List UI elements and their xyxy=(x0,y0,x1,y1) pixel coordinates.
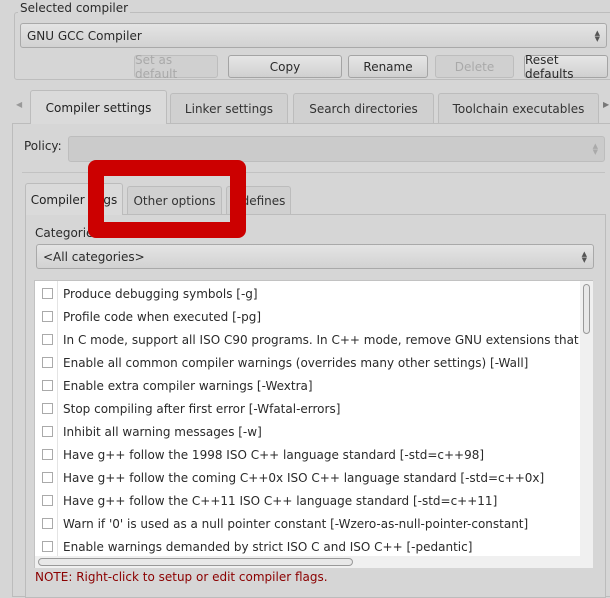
tab-linker-settings[interactable]: Linker settings xyxy=(170,93,288,123)
categories-select[interactable]: <All categories> ▲ ▼ xyxy=(36,244,594,269)
flag-label: Profile code when executed [-pg] xyxy=(63,309,262,324)
flag-row[interactable]: Stop compiling after first error [-Wfata… xyxy=(35,397,580,420)
vertical-scrollbar[interactable] xyxy=(580,281,593,556)
flag-label: Enable extra compiler warnings [-Wextra] xyxy=(63,378,313,393)
spin-arrows-icon: ▲ ▼ xyxy=(592,142,598,156)
flag-checkbox[interactable] xyxy=(42,357,53,368)
flag-label: Warn if '0' is used as a null pointer co… xyxy=(63,516,529,531)
flag-label: Have g++ follow the coming C++0x ISO C++… xyxy=(63,470,545,485)
flags-list: Produce debugging symbols [-g] Profile co… xyxy=(34,280,593,568)
flag-checkbox[interactable] xyxy=(42,334,53,345)
set-as-default-button[interactable]: Set as default xyxy=(134,53,218,81)
flag-checkbox[interactable] xyxy=(42,541,53,552)
note-text: NOTE: Right-click to setup or edit compi… xyxy=(35,570,328,584)
selected-compiler-label: Selected compiler xyxy=(18,1,131,15)
flag-checkbox[interactable] xyxy=(42,288,53,299)
tab-compiler-settings[interactable]: Compiler settings xyxy=(30,90,167,124)
flag-label: Enable all common compiler warnings (ove… xyxy=(63,355,529,370)
tab-toolchain-executables[interactable]: Toolchain executables xyxy=(438,93,599,123)
flag-row[interactable]: Profile code when executed [-pg] xyxy=(35,305,580,328)
flag-label: Inhibit all warning messages [-w] xyxy=(63,424,262,439)
flag-row[interactable]: Have g++ follow the 1998 ISO C++ languag… xyxy=(35,443,580,466)
tab-scroll-right-icon[interactable]: ▶ xyxy=(603,100,609,109)
reset-defaults-button[interactable]: Reset defaults xyxy=(524,53,608,81)
flag-checkbox[interactable] xyxy=(42,518,53,529)
tab-search-directories[interactable]: Search directories xyxy=(293,93,434,123)
flag-row[interactable]: In C mode, support all ISO C90 programs.… xyxy=(35,328,580,351)
policy-label: Policy: xyxy=(24,139,62,153)
horizontal-scrollbar[interactable] xyxy=(35,556,593,568)
spin-arrows-icon: ▲ ▼ xyxy=(581,249,587,264)
flag-row[interactable]: Warn if '0' is used as a null pointer co… xyxy=(35,512,580,535)
flag-checkbox[interactable] xyxy=(42,449,53,460)
flag-row[interactable]: Have g++ follow the C++11 ISO C++ langua… xyxy=(35,489,580,512)
flag-checkbox[interactable] xyxy=(42,403,53,414)
flag-label: Enable warnings demanded by strict ISO C… xyxy=(63,539,473,554)
delete-button[interactable]: Delete xyxy=(435,55,514,78)
horizontal-scroll-thumb[interactable] xyxy=(38,558,353,566)
flag-label: In C mode, support all ISO C90 programs.… xyxy=(63,332,580,347)
flag-checkbox[interactable] xyxy=(42,380,53,391)
flag-row[interactable]: Produce debugging symbols [-g] xyxy=(35,282,580,305)
flag-checkbox[interactable] xyxy=(42,472,53,483)
flag-checkbox[interactable] xyxy=(42,426,53,437)
flag-label: Produce debugging symbols [-g] xyxy=(63,286,258,301)
tab-scroll-left-icon[interactable]: ◀ xyxy=(16,100,22,109)
red-annotation-box xyxy=(88,160,246,238)
compiler-select-value: GNU GCC Compiler xyxy=(27,28,142,43)
flag-row[interactable]: Have g++ follow the coming C++0x ISO C++… xyxy=(35,466,580,489)
flag-row[interactable]: Enable all common compiler warnings (ove… xyxy=(35,351,580,374)
flag-row[interactable]: Enable extra compiler warnings [-Wextra] xyxy=(35,374,580,397)
copy-button[interactable]: Copy xyxy=(228,55,342,78)
flag-checkbox[interactable] xyxy=(42,311,53,322)
flag-checkbox[interactable] xyxy=(42,495,53,506)
flag-label: Stop compiling after first error [-Wfata… xyxy=(63,401,341,416)
policy-select[interactable]: ▲ ▼ xyxy=(68,136,605,162)
rename-button[interactable]: Rename xyxy=(348,55,428,78)
categories-value: <All categories> xyxy=(43,249,145,264)
vertical-scroll-thumb[interactable] xyxy=(583,284,590,334)
flag-label: Have g++ follow the C++11 ISO C++ langua… xyxy=(63,493,498,508)
flag-row[interactable]: Enable warnings demanded by strict ISO C… xyxy=(35,535,580,558)
compiler-select[interactable]: GNU GCC Compiler ▲ ▼ xyxy=(20,23,607,48)
flag-row[interactable]: Inhibit all warning messages [-w] xyxy=(35,420,580,443)
flag-label: Have g++ follow the 1998 ISO C++ languag… xyxy=(63,447,485,462)
spin-arrows-icon: ▲ ▼ xyxy=(594,28,600,43)
